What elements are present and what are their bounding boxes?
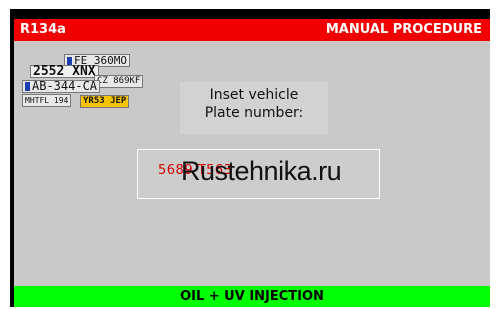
prompt-line-2: Plate number:: [204, 105, 304, 121]
plate-image: MHTFL 194: [22, 94, 72, 107]
refrigerant-label: R134a: [20, 22, 66, 37]
plate-image: AB-344-CA: [22, 80, 101, 93]
watermark-text: Rustehnika.ru: [181, 156, 342, 186]
plate-prompt: Inset vehicle Plate number:: [180, 82, 328, 134]
plate-image: 2552 XNX: [30, 65, 99, 78]
plate-image: YR53 JEP: [80, 95, 130, 108]
procedure-title: MANUAL PROCEDURE: [325, 22, 482, 37]
prompt-line-1: Inset vehicle: [209, 87, 299, 103]
injection-mode-bar: OIL + UV INJECTION: [14, 286, 490, 307]
license-plates-illustration: FE 360MO 2552 XNX CZ 869KF AB-344-CA MHT…: [22, 54, 144, 112]
title-bar: R134a MANUAL PROCEDURE: [14, 19, 490, 41]
plate-image: CZ 869KF: [94, 75, 144, 88]
